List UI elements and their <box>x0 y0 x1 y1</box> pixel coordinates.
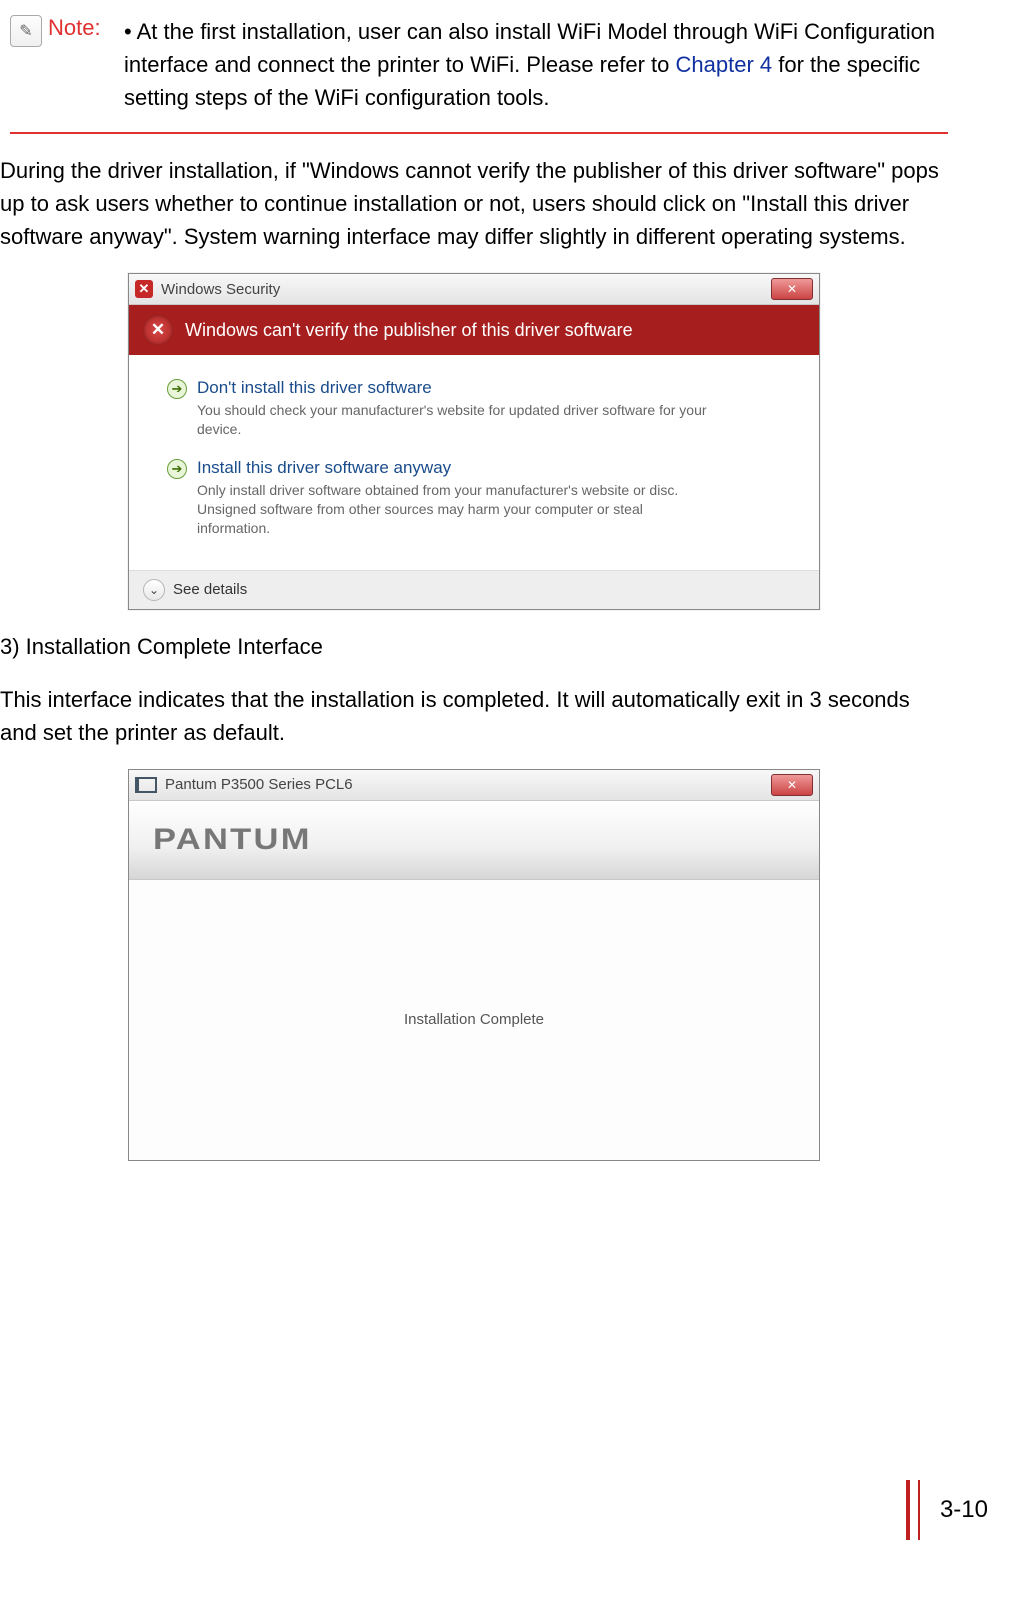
option2-desc: Only install driver software obtained fr… <box>197 481 707 538</box>
chevron-down-icon: ⌄ <box>143 579 165 601</box>
option-dont-install[interactable]: ➔ Don't install this driver software You… <box>139 373 809 453</box>
note-label: Note: <box>48 15 108 41</box>
step3-heading: 3) Installation Complete Interface <box>0 630 948 663</box>
page-footer: 3-10 <box>906 1480 988 1540</box>
option2-title: Install this driver software anyway <box>197 457 707 479</box>
arrow-icon: ➔ <box>167 379 187 399</box>
pantum-titlebar: Pantum P3500 Series PCL6 ✕ <box>129 770 819 801</box>
option1-title: Don't install this driver software <box>197 377 707 399</box>
footer-bar <box>918 1480 920 1540</box>
page-number: 3-10 <box>940 1496 988 1524</box>
banner-text: Windows can't verify the publisher of th… <box>185 320 633 341</box>
note-block: ✎ Note: • At the first installation, use… <box>10 10 948 134</box>
pantum-logo: PANTUM <box>153 823 312 857</box>
close-button[interactable]: ✕ <box>771 278 813 300</box>
close-button[interactable]: ✕ <box>771 774 813 796</box>
pantum-body: Installation Complete <box>129 880 819 1160</box>
dialog-titlebar: ✕ Windows Security ✕ <box>129 274 819 305</box>
chapter-link[interactable]: Chapter 4 <box>676 52 773 77</box>
note-icon: ✎ <box>10 15 42 47</box>
pantum-header: PANTUM <box>129 801 819 880</box>
see-details-row[interactable]: ⌄ See details <box>129 570 819 609</box>
pantum-title: Pantum P3500 Series PCL6 <box>165 776 353 793</box>
windows-security-dialog: ✕ Windows Security ✕ ✕ Windows can't ver… <box>128 273 820 610</box>
note-text: • At the first installation, user can al… <box>124 15 948 114</box>
option-install-anyway[interactable]: ➔ Install this driver software anyway On… <box>139 453 809 552</box>
dialog-warning-banner: ✕ Windows can't verify the publisher of … <box>129 305 819 355</box>
footer-bar <box>906 1480 910 1540</box>
dialog-title: Windows Security <box>161 281 280 298</box>
paragraph-2: This interface indicates that the instal… <box>0 683 948 749</box>
install-complete-text: Installation Complete <box>404 1011 544 1028</box>
pantum-install-dialog: Pantum P3500 Series PCL6 ✕ PANTUM Instal… <box>128 769 820 1161</box>
paragraph-1: During the driver installation, if "Wind… <box>0 154 948 253</box>
arrow-icon: ➔ <box>167 459 187 479</box>
shield-x-icon: ✕ <box>135 280 153 298</box>
option1-desc: You should check your manufacturer's web… <box>197 401 707 439</box>
printer-icon <box>135 777 157 793</box>
see-details-text: See details <box>173 581 247 598</box>
shield-icon: ✕ <box>143 315 173 345</box>
